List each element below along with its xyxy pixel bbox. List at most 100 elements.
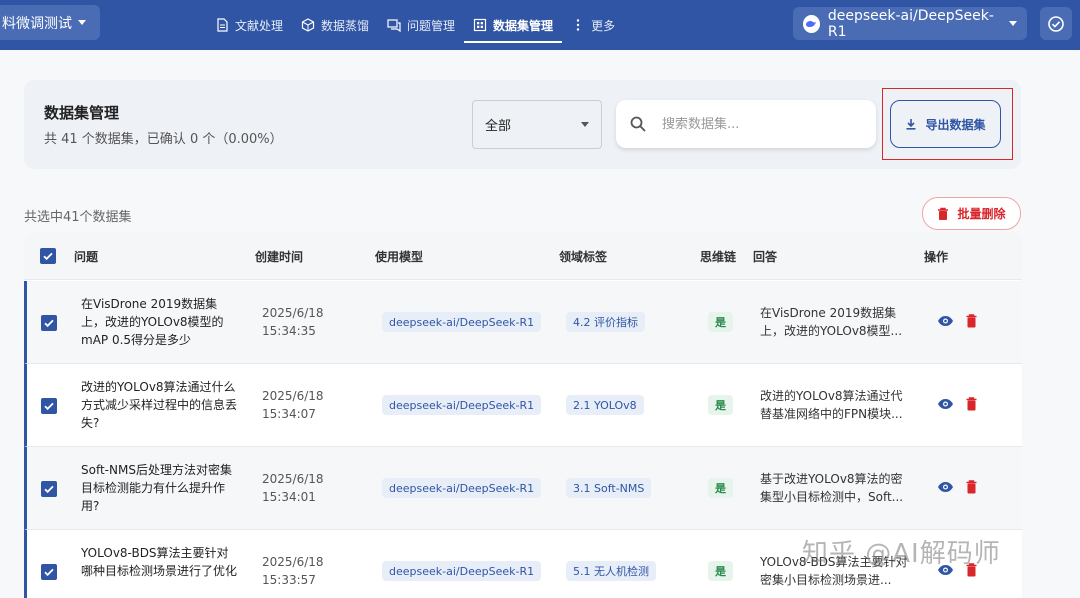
export-dataset-button[interactable]: 导出数据集 [890, 100, 1001, 148]
status-filter-select[interactable]: 全部 [472, 100, 602, 149]
row-created-time: 2025/6/18 15:34:35 [262, 304, 342, 340]
row-model-chip: deepseek-ai/DeepSeek-R1 [382, 478, 542, 498]
chevron-down-icon [1009, 21, 1017, 26]
more-vertical-icon [576, 19, 580, 31]
search-icon [630, 116, 646, 132]
nav-label: 数据蒸馏 [321, 18, 370, 33]
row-answer: 在VisDrone 2019数据集上，改进的YOLOv8模型... [760, 306, 903, 338]
row-time: 15:34:07 [262, 407, 316, 421]
trash-icon[interactable] [966, 480, 977, 494]
download-icon [906, 119, 916, 130]
row-checkbox[interactable] [41, 398, 57, 414]
row-tag-chip: 5.1 无人机检测 [566, 561, 656, 581]
nav-label: 问题管理 [407, 18, 456, 33]
nav-label: 文献处理 [235, 18, 284, 33]
deepseek-logo-icon [803, 14, 820, 33]
row-cot-badge: 是 [708, 395, 733, 415]
eye-icon[interactable] [937, 315, 954, 327]
row-created-time: 2025/6/18 15:34:01 [262, 470, 342, 506]
row-date: 2025/6/18 [262, 555, 324, 569]
search-box [616, 100, 876, 148]
project-selector[interactable]: 料微调测试 [0, 5, 100, 40]
row-created-time: 2025/6/18 15:33:57 [262, 553, 342, 589]
row-checkbox[interactable] [41, 315, 57, 331]
row-question: 改进的YOLOv8算法通过什么方式减少采样过程中的信息丢失? [81, 380, 238, 430]
trash-icon[interactable] [966, 397, 977, 411]
row-created-time: 2025/6/18 15:34:07 [262, 387, 342, 423]
row-tag-chip: 3.1 Soft-NMS [566, 478, 652, 498]
row-checkbox[interactable] [41, 481, 57, 497]
trash-icon[interactable] [966, 314, 977, 328]
chevron-down-icon [581, 122, 589, 127]
nav-label: 更多 [591, 18, 616, 33]
batch-delete-label: 批量删除 [957, 207, 1006, 221]
watermark-text: 知乎 @AI解码师 [802, 539, 1001, 569]
top-navigation-bar: 料微调测试 文献处理 数据蒸馏 问题管理 数据集管理 更多 deepseek-a… [0, 0, 1080, 50]
grid-icon [473, 18, 487, 32]
nav-item-datasets[interactable]: 数据集管理 [464, 0, 563, 50]
cube-icon [301, 18, 315, 32]
table-row[interactable]: Soft-NMS后处理方法对密集目标检测能力有什么提升作用? 2025/6/18… [24, 447, 1022, 530]
chat-icon [387, 19, 401, 32]
eye-icon[interactable] [937, 481, 954, 493]
table-row[interactable]: 改进的YOLOv8算法通过什么方式减少采样过程中的信息丢失? 2025/6/18… [24, 364, 1022, 447]
row-question: Soft-NMS后处理方法对密集目标检测能力有什么提升作用? [81, 463, 232, 513]
task-status-button[interactable] [1040, 7, 1072, 40]
row-time: 15:34:01 [262, 490, 316, 504]
row-time: 15:34:35 [262, 324, 316, 338]
check-circle-icon [1048, 15, 1064, 32]
row-model-chip: deepseek-ai/DeepSeek-R1 [382, 395, 542, 415]
model-label: deepseek-ai/DeepSeek-R1 [827, 7, 994, 40]
page-title: 数据集管理 [44, 104, 120, 122]
row-actions [937, 480, 977, 494]
row-checkbox[interactable] [41, 564, 57, 580]
column-header-actions: 操作 [924, 250, 949, 264]
checkmark-icon [44, 485, 54, 494]
row-actions [937, 314, 977, 328]
row-tag-chip: 4.2 评价指标 [566, 312, 645, 332]
table-header: 问题 创建时间 使用模型 领域标签 思维链 回答 操作 [24, 233, 1022, 280]
column-header-answer[interactable]: 回答 [753, 248, 777, 265]
nav-item-documents[interactable]: 文献处理 [206, 0, 292, 50]
row-tag-chip: 2.1 YOLOv8 [566, 395, 644, 415]
checkmark-icon [44, 402, 54, 411]
selection-info: 共选中41个数据集 [24, 210, 132, 225]
model-selector[interactable]: deepseek-ai/DeepSeek-R1 [793, 7, 1027, 40]
nav-label: 数据集管理 [493, 18, 554, 33]
row-date: 2025/6/18 [262, 306, 324, 320]
batch-delete-button[interactable]: 批量删除 [922, 197, 1021, 230]
main-nav: 文献处理 数据蒸馏 问题管理 数据集管理 更多 [206, 0, 624, 50]
column-header-model[interactable]: 使用模型 [375, 248, 423, 265]
checkmark-icon [44, 568, 54, 577]
table-row[interactable]: 在VisDrone 2019数据集上，改进的YOLOv8模型的mAP 0.5得分… [24, 281, 1022, 364]
column-header-question[interactable]: 问题 [74, 248, 98, 265]
filter-value: 全部 [485, 119, 512, 134]
column-header-domain-tag[interactable]: 领域标签 [559, 248, 607, 265]
export-label: 导出数据集 [925, 117, 986, 132]
nav-item-more[interactable]: 更多 [562, 0, 624, 50]
row-date: 2025/6/18 [262, 389, 324, 403]
row-model-chip: deepseek-ai/DeepSeek-R1 [382, 561, 542, 581]
search-input[interactable] [662, 116, 852, 132]
dataset-summary: 共 41 个数据集，已确认 0 个（0.00%） [44, 132, 283, 147]
eye-icon[interactable] [937, 398, 954, 410]
column-header-cot[interactable]: 思维链 [700, 248, 736, 265]
select-all-checkbox[interactable] [40, 248, 56, 264]
dataset-header-card: 数据集管理 共 41 个数据集，已确认 0 个（0.00%） 全部 导出数据集 [24, 80, 1021, 169]
checkmark-icon [43, 252, 53, 261]
checkmark-icon [44, 319, 54, 328]
row-answer: 基于改进YOLOv8算法的密集型小目标检测中，Soft... [760, 472, 904, 504]
nav-item-distill[interactable]: 数据蒸馏 [292, 0, 378, 50]
trash-icon [938, 207, 949, 220]
column-header-created-time[interactable]: 创建时间 [255, 248, 303, 265]
row-cot-badge: 是 [708, 312, 733, 332]
row-time: 15:33:57 [262, 573, 316, 587]
nav-item-questions[interactable]: 问题管理 [378, 0, 464, 50]
document-icon [217, 18, 228, 32]
row-actions [937, 397, 977, 411]
row-cot-badge: 是 [708, 478, 733, 498]
row-model-chip: deepseek-ai/DeepSeek-R1 [382, 312, 542, 332]
row-question: 在VisDrone 2019数据集上，改进的YOLOv8模型的mAP 0.5得分… [81, 297, 224, 347]
project-label: 料微调测试 [2, 15, 72, 32]
row-question: YOLOv8-BDS算法主要针对哪种目标检测场景进行了优化 [81, 546, 238, 578]
